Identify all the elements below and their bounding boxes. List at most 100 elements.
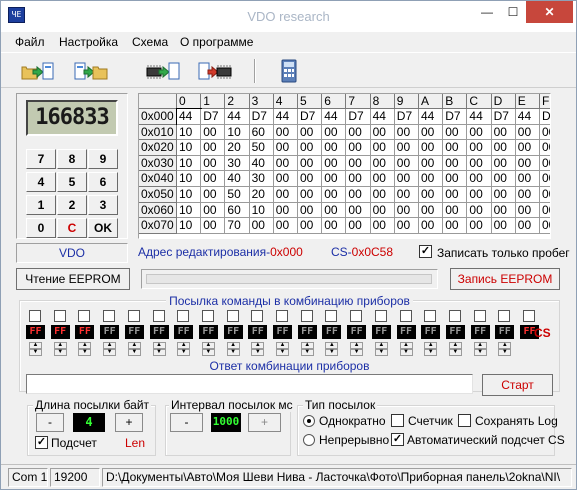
save-log-checkbox[interactable] [458,414,471,427]
byte-up-arrow-icon[interactable]: ▲ [374,342,388,349]
hex-cell[interactable]: 00 [322,155,347,172]
byte-up-arrow-icon[interactable]: ▲ [350,342,364,349]
hex-cell[interactable]: 00 [419,187,444,203]
byte-enable-checkbox[interactable] [374,310,387,322]
byte-enable-checkbox[interactable] [473,310,486,322]
byte-up-arrow-icon[interactable]: ▲ [152,342,166,349]
byte-down-arrow-icon[interactable]: ▼ [399,349,413,356]
hex-cell[interactable]: 00 [467,140,492,156]
hex-cell[interactable]: 00 [298,171,323,187]
byte-enable-checkbox[interactable] [300,310,313,322]
hex-cell[interactable]: 10 [177,124,202,141]
hex-cell[interactable]: 00 [443,202,468,219]
hex-cell[interactable]: 00 [515,171,540,187]
hex-cell[interactable]: 00 [515,124,540,141]
minimize-button[interactable]: — [474,1,500,23]
hex-cell[interactable]: 00 [467,218,492,234]
hex-cell[interactable]: 44 [419,109,444,125]
hex-cell[interactable]: 00 [322,218,347,234]
key-0[interactable]: 0 [26,218,56,238]
hex-cell[interactable]: 00 [346,140,371,156]
hex-cell[interactable]: 20 [249,187,274,203]
hex-cell[interactable]: 00 [273,171,298,187]
hex-cell[interactable]: 00 [370,202,395,219]
hex-cell[interactable]: 00 [346,218,371,234]
hex-cell[interactable]: 00 [443,140,468,156]
hex-cell[interactable]: 00 [540,124,550,141]
hex-cell[interactable]: 00 [370,155,395,172]
write-mileage-only-checkbox[interactable]: ✓ [419,245,432,258]
byte-down-arrow-icon[interactable]: ▼ [498,349,512,356]
hex-cell[interactable]: 00 [346,124,371,141]
hex-cell[interactable]: 00 [394,187,419,203]
read-chip-button[interactable] [145,57,181,85]
key-8[interactable]: 8 [57,149,87,169]
hex-cell[interactable]: 10 [177,171,202,187]
byte-enable-checkbox[interactable] [201,310,214,322]
hex-cell[interactable]: 00 [540,155,550,172]
byte-down-arrow-icon[interactable]: ▼ [226,349,240,356]
hex-cell[interactable]: 00 [394,124,419,141]
count-checkbox[interactable]: ✓ [35,436,48,449]
hex-cell[interactable]: 70 [225,218,250,234]
byte-up-arrow-icon[interactable]: ▲ [78,342,92,349]
hex-cell[interactable]: 00 [298,124,323,141]
interval-plus-button[interactable]: + [248,413,281,432]
interval-minus-button[interactable]: - [170,413,203,432]
hex-cell[interactable]: 10 [177,155,202,172]
hex-cell[interactable]: 00 [346,155,371,172]
byte-enable-checkbox[interactable] [498,310,511,322]
byte-down-arrow-icon[interactable]: ▼ [300,349,314,356]
counter-checkbox[interactable] [391,414,404,427]
hex-cell[interactable]: 44 [515,109,540,125]
hex-cell[interactable]: 00 [515,218,540,234]
read-eeprom-button[interactable]: Чтение EEPROM [16,268,130,290]
hex-cell[interactable]: 00 [491,155,516,172]
write-chip-button[interactable] [197,57,233,85]
once-radio[interactable] [303,415,315,427]
hex-cell[interactable]: D7 [491,109,516,125]
length-plus-button[interactable]: + [115,413,143,432]
hex-cell[interactable]: 00 [201,124,226,141]
hex-cell[interactable]: 20 [225,140,250,156]
hex-cell[interactable]: 00 [273,155,298,172]
byte-up-arrow-icon[interactable]: ▲ [424,342,438,349]
hex-cell[interactable]: 00 [298,187,323,203]
hex-cell[interactable]: 00 [370,187,395,203]
hex-cell[interactable]: 00 [443,155,468,172]
hex-cell[interactable]: 00 [491,171,516,187]
hex-cell[interactable]: 44 [322,109,347,125]
hex-cell[interactable]: 00 [515,202,540,219]
hex-cell[interactable]: 00 [443,218,468,234]
byte-enable-checkbox[interactable] [78,310,91,322]
byte-down-arrow-icon[interactable]: ▼ [29,349,42,356]
hex-cell[interactable]: 00 [201,171,226,187]
write-eeprom-button[interactable]: Запись EEPROM [450,268,560,290]
hex-cell[interactable]: D7 [201,109,226,125]
hex-cell[interactable]: 30 [249,171,274,187]
key-6[interactable]: 6 [88,172,118,192]
open-folder-button[interactable] [19,57,55,85]
hex-cell[interactable]: 00 [419,218,444,234]
byte-down-arrow-icon[interactable]: ▼ [448,349,462,356]
hex-cell[interactable]: 00 [467,171,492,187]
hex-cell[interactable]: 40 [249,155,274,172]
byte-enable-checkbox[interactable] [177,310,190,322]
hex-cell[interactable]: 00 [540,140,550,156]
eeprom-hex-grid[interactable]: 0 1 2 3 4 5 6 7 8 9 A B C D E F 0x000 44 D7 44 D7 44 D7 44 D7 44 D… [138,93,551,239]
byte-up-arrow-icon[interactable]: ▲ [127,342,141,349]
hex-cell[interactable]: D7 [298,109,323,125]
byte-down-arrow-icon[interactable]: ▼ [325,349,339,356]
hex-cell[interactable]: 00 [394,171,419,187]
hex-cell[interactable]: 00 [370,171,395,187]
byte-down-arrow-icon[interactable]: ▼ [177,349,191,356]
byte-down-arrow-icon[interactable]: ▼ [276,349,289,356]
byte-enable-checkbox[interactable] [127,310,140,322]
hex-cell[interactable]: 30 [225,155,250,172]
key-1[interactable]: 1 [26,195,56,215]
response-field[interactable] [26,374,473,394]
hex-cell[interactable]: 00 [273,202,298,219]
key-5[interactable]: 5 [57,172,87,192]
hex-cell[interactable]: 00 [322,140,347,156]
byte-up-arrow-icon[interactable]: ▲ [251,342,265,349]
